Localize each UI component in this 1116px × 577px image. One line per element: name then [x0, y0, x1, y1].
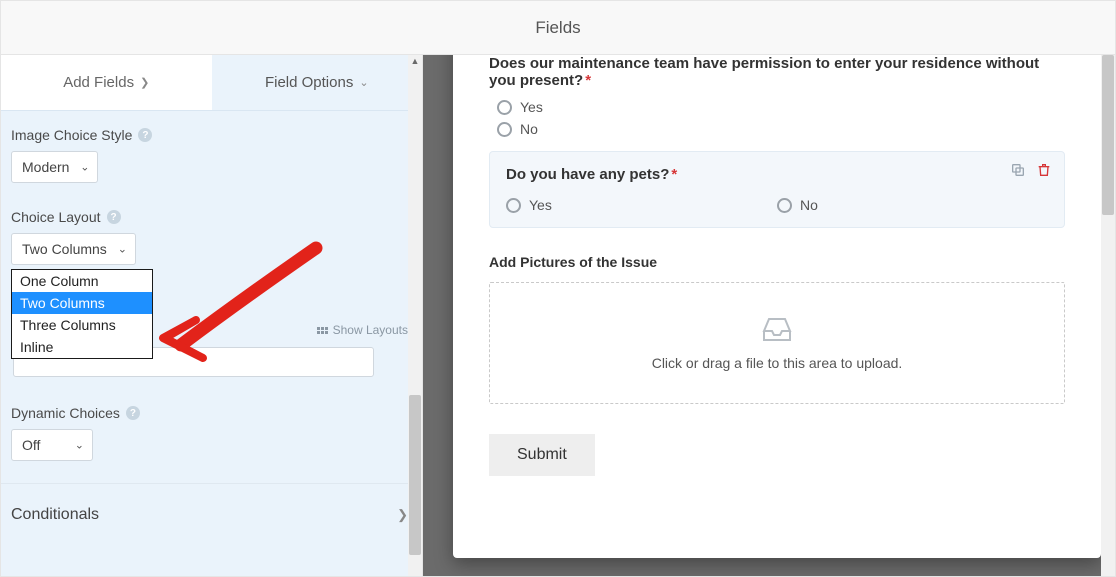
radio-pets-no[interactable]: No [777, 197, 1048, 213]
radio-no[interactable]: No [497, 121, 1065, 137]
form-preview-canvas: Does our maintenance team have permissio… [423, 55, 1115, 576]
canvas-scrollbar[interactable] [1101, 55, 1115, 576]
radio-yes-label: Yes [520, 99, 543, 115]
radio-icon [777, 198, 792, 213]
upload-section-label: Add Pictures of the Issue [489, 254, 1065, 270]
trash-icon[interactable] [1036, 162, 1052, 178]
sidebar-scrollbar[interactable]: ▲ [408, 55, 422, 576]
chevron-right-icon: ❯ [140, 76, 149, 89]
choice-layout-value: Two Columns [22, 241, 107, 257]
chevron-down-icon: ⌄ [118, 243, 127, 256]
radio-pets-yes[interactable]: Yes [506, 197, 777, 213]
conditionals-section[interactable]: Conditionals ❯ [11, 484, 412, 550]
question-pets: Do you have any pets?* [506, 166, 1048, 183]
option-three-columns[interactable]: Three Columns [12, 314, 152, 336]
chevron-down-icon: ⌄ [80, 161, 89, 174]
required-marker: * [671, 166, 677, 183]
option-inline[interactable]: Inline [12, 336, 152, 358]
upload-hint: Click or drag a file to this area to upl… [652, 355, 903, 371]
dynamic-choices-value: Off [22, 437, 40, 453]
show-layouts-link[interactable]: Show Layouts [317, 323, 408, 337]
radio-pets-yes-label: Yes [529, 197, 552, 213]
scroll-thumb[interactable] [1102, 55, 1114, 215]
question-permission: Does our maintenance team have permissio… [489, 55, 1065, 89]
dynamic-choices-select[interactable]: Off ⌄ [11, 429, 93, 461]
chevron-down-icon: ⌄ [75, 439, 84, 452]
show-layouts-label: Show Layouts [333, 323, 408, 337]
dynamic-choices-label: Dynamic Choices ? [11, 405, 412, 421]
chevron-down-icon: ⌄ [359, 76, 368, 89]
help-icon[interactable]: ? [138, 128, 152, 142]
radio-no-label: No [520, 121, 538, 137]
image-style-select[interactable]: Modern ⌄ [11, 151, 98, 183]
tab-add-fields-label: Add Fields [63, 74, 134, 91]
submit-button[interactable]: Submit [489, 434, 595, 476]
radio-icon [506, 198, 521, 213]
page-title: Fields [1, 1, 1115, 55]
choice-layout-label: Choice Layout ? [11, 209, 412, 225]
required-marker: * [585, 72, 591, 89]
help-icon[interactable]: ? [126, 406, 140, 420]
tab-add-fields[interactable]: Add Fields ❯ [1, 55, 212, 111]
image-style-value: Modern [22, 159, 69, 175]
choice-layout-select[interactable]: Two Columns ⌄ [11, 233, 136, 265]
choice-layout-dropdown: One Column Two Columns Three Columns Inl… [11, 269, 153, 359]
radio-icon [497, 100, 512, 115]
file-upload-dropzone[interactable]: Click or drag a file to this area to upl… [489, 282, 1065, 404]
inbox-icon [760, 315, 794, 343]
image-choice-style-label: Image Choice Style ? [11, 127, 412, 143]
radio-yes[interactable]: Yes [497, 99, 1065, 115]
help-icon[interactable]: ? [107, 210, 121, 224]
left-panel: Add Fields ❯ Field Options ⌄ Image Choic… [1, 55, 423, 576]
chevron-right-icon: ❯ [397, 507, 408, 523]
tab-field-options[interactable]: Field Options ⌄ [212, 55, 423, 111]
scroll-up-icon: ▲ [408, 55, 422, 67]
option-two-columns[interactable]: Two Columns [12, 292, 152, 314]
conditionals-label: Conditionals [11, 506, 99, 524]
tab-field-options-label: Field Options [265, 74, 353, 91]
grid-icon [317, 327, 328, 334]
option-one-column[interactable]: One Column [12, 270, 152, 292]
form-card: Does our maintenance team have permissio… [453, 55, 1101, 558]
radio-pets-no-label: No [800, 197, 818, 213]
scroll-thumb[interactable] [409, 395, 421, 555]
duplicate-icon[interactable] [1010, 162, 1026, 178]
radio-icon [497, 122, 512, 137]
selected-field-pets[interactable]: Do you have any pets?* Yes [489, 151, 1065, 228]
